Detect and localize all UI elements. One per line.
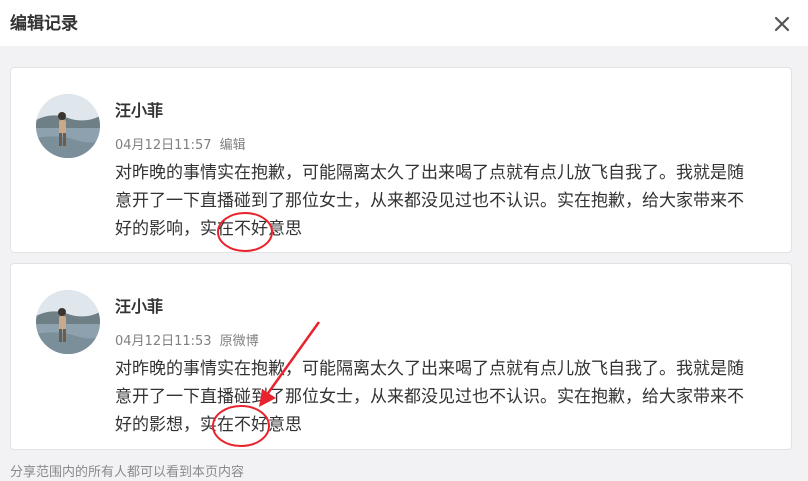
edit-record-card: 汪小菲 04月12日11:53 原微博 对昨晚的事情实在抱歉，可能隔离太久了出来喝… [10, 263, 792, 450]
share-scope-note: 分享范围内的所有人都可以看到本页内容 [10, 465, 245, 480]
edit-record-card: 汪小菲 04月12日11:57 编辑 对昨晚的事情实在抱歉，可能隔离太久了出来喝了… [10, 67, 792, 253]
record-content: 对昨晚的事情实在抱歉，可能隔离太久了出来喝了点就有点儿放飞自我了。我就是随意开了… [115, 163, 744, 239]
avatar[interactable] [36, 94, 100, 158]
record-time: 04月12日11:53 [115, 334, 212, 349]
dialog-title: 编辑记录 [10, 14, 78, 34]
dialog-header: 编辑记录 [0, 0, 808, 46]
close-button[interactable] [772, 14, 792, 34]
record-time: 04月12日11:57 [115, 138, 212, 153]
username[interactable]: 汪小菲 [115, 293, 163, 317]
record-meta: 04月12日11:57 编辑 [115, 134, 246, 153]
record-content: 对昨晚的事情实在抱歉，可能隔离太久了出来喝了点就有点儿放飞自我了。我就是随意开了… [115, 359, 744, 435]
record-source: 原微博 [219, 334, 259, 349]
username[interactable]: 汪小菲 [115, 97, 163, 121]
record-source: 编辑 [219, 138, 246, 153]
avatar[interactable] [36, 290, 100, 354]
record-meta: 04月12日11:53 原微博 [115, 330, 259, 349]
close-icon [774, 16, 790, 32]
